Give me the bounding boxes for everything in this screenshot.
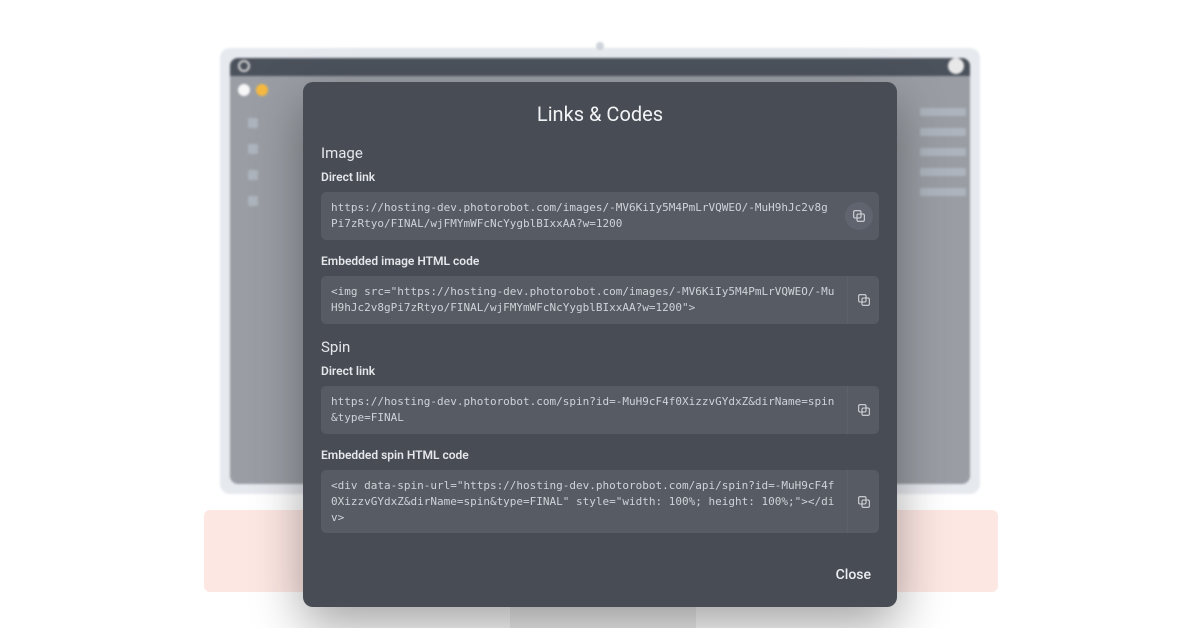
thumb-icon [256,84,268,96]
links-codes-modal: Links & Codes Image Direct link https://… [303,82,897,607]
modal-footer: Close [303,547,897,599]
label-image-direct-link: Direct link [321,170,879,184]
code-row-image-direct: https://hosting-dev.photorobot.com/image… [321,192,879,240]
copy-icon [856,292,872,308]
close-button[interactable]: Close [832,561,875,589]
code-text-image-direct[interactable]: https://hosting-dev.photorobot.com/image… [321,192,839,240]
section-heading-image: Image [321,144,879,162]
copy-icon [851,208,867,224]
app-topbar [230,58,970,76]
right-panel [920,108,966,208]
section-image: Image Direct link https://hosting-dev.ph… [303,144,897,533]
app-logo-icon [238,60,250,72]
code-row-spin-direct: https://hosting-dev.photorobot.com/spin?… [321,386,879,434]
code-text-spin-direct[interactable]: https://hosting-dev.photorobot.com/spin?… [321,386,847,434]
copy-icon [856,494,872,510]
modal-title: Links & Codes [303,82,897,144]
copy-button-image-direct[interactable] [845,202,873,230]
label-image-embed: Embedded image HTML code [321,254,879,268]
code-text-spin-embed[interactable]: <div data-spin-url="https://hosting-dev.… [321,470,847,534]
copy-icon [856,402,872,418]
code-row-image-embed: <img src="https://hosting-dev.photorobot… [321,276,879,324]
label-spin-direct-link: Direct link [321,364,879,378]
code-row-spin-embed: <div data-spin-url="https://hosting-dev.… [321,470,879,534]
copy-button-image-embed[interactable] [847,276,879,324]
sidebar-icons [248,118,258,222]
thumb-icon [238,84,250,96]
copy-button-spin-embed[interactable] [847,470,879,534]
copy-button-spin-direct[interactable] [847,386,879,434]
code-text-image-embed[interactable]: <img src="https://hosting-dev.photorobot… [321,276,847,324]
section-heading-spin: Spin [321,338,879,356]
label-spin-embed: Embedded spin HTML code [321,448,879,462]
avatar [948,58,964,74]
